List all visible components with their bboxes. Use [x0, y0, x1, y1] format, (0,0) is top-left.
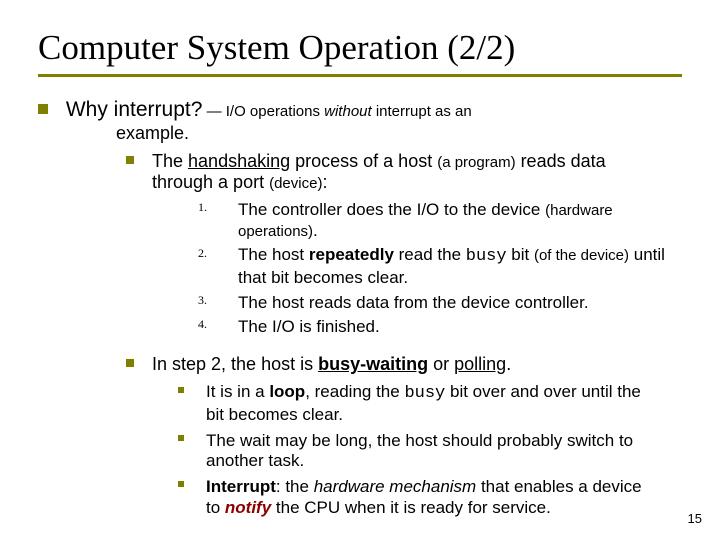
hs-handshaking: handshaking — [188, 151, 290, 171]
s1b: (hardware — [545, 202, 613, 219]
square-bullet-icon — [178, 481, 184, 487]
hs-colon: : — [322, 172, 327, 192]
b1d: bit becomes clear. — [206, 405, 343, 424]
b2a: The wait may be long, the host should pr… — [206, 431, 633, 450]
s1a: The controller does the I/O to the devic… — [238, 200, 545, 219]
b1-loop: loop — [269, 382, 305, 401]
s2e: bit — [507, 245, 534, 264]
hs-paren2: (device) — [269, 175, 322, 192]
step-number: 1. — [198, 200, 222, 215]
b3c: to — [206, 498, 225, 517]
step-4: 4. The I/O is finished. — [198, 315, 682, 337]
s4: The I/O is finished. — [238, 317, 682, 338]
b3-hw: hardware mechanism — [314, 477, 477, 496]
bullet-why-interrupt: Why interrupt? — I/O operations without … — [38, 97, 682, 145]
s1d: . — [313, 221, 318, 240]
step-2: 2. The host repeatedly read the busy bit… — [198, 244, 682, 289]
bullet-handshaking: The handshaking process of a host (a pro… — [126, 149, 682, 195]
square-bullet-icon — [126, 359, 134, 367]
sub-bullet-loop: It is in a loop, reading the busy bit ov… — [178, 380, 682, 426]
square-bullet-icon — [126, 156, 134, 164]
bullet-busy-waiting: In step 2, the host is busy-waiting or p… — [126, 352, 682, 376]
b3b: that enables a device — [476, 477, 641, 496]
hs-d: through a port — [152, 172, 269, 192]
why-interrupt-cont: example. — [116, 123, 682, 145]
square-bullet-icon — [178, 387, 184, 393]
s2b: repeatedly — [309, 245, 394, 264]
s2h: that bit becomes clear. — [238, 268, 408, 287]
square-bullet-icon — [178, 435, 184, 441]
s2a: The host — [238, 245, 309, 264]
why-interrupt-rest2: interrupt as an — [372, 103, 472, 120]
p2b: or — [428, 354, 454, 374]
s2g: until — [629, 245, 665, 264]
b3-notify: notify — [225, 498, 271, 517]
b3d: the CPU when it is ready for service. — [271, 498, 551, 517]
slide-title: Computer System Operation (2/2) — [38, 28, 682, 68]
slide: Computer System Operation (2/2) Why inte… — [0, 0, 720, 540]
hs-c: reads data — [516, 151, 606, 171]
square-bullet-icon — [38, 104, 48, 114]
p2a: In step 2, the host is — [152, 354, 318, 374]
s2f: (of the device) — [534, 247, 629, 264]
why-interrupt-lead: Why interrupt? — [66, 98, 203, 121]
b1-busy: busy — [404, 384, 445, 403]
s1c: operations) — [238, 223, 313, 240]
p2c: . — [506, 354, 511, 374]
b3-int: Interrupt — [206, 477, 276, 496]
sub-bullet-wait: The wait may be long, the host should pr… — [178, 428, 682, 472]
sub-bullet-interrupt: Interrupt: the hardware mechanism that e… — [178, 474, 682, 518]
hs-b: process of a host — [290, 151, 437, 171]
s2d: busy — [466, 247, 507, 266]
b1c: bit over and over until the — [445, 382, 641, 401]
p2-poll: polling — [454, 354, 506, 374]
s3: The host reads data from the device cont… — [238, 293, 682, 314]
step-number: 3. — [198, 293, 222, 308]
step-3: 3. The host reads data from the device c… — [198, 291, 682, 313]
step-number: 4. — [198, 317, 222, 332]
b1b: , reading the — [305, 382, 404, 401]
step-1: 1. The controller does the I/O to the de… — [198, 198, 682, 241]
p2-bw: busy-waiting — [318, 354, 428, 374]
b2b: another task. — [206, 451, 304, 470]
hs-a: The — [152, 151, 188, 171]
s2c: read the — [394, 245, 466, 264]
b1a: It is in a — [206, 382, 269, 401]
step-number: 2. — [198, 246, 222, 261]
why-interrupt-rest1: — I/O operations — [202, 103, 324, 120]
title-rule — [38, 74, 682, 77]
page-number: 15 — [688, 511, 702, 526]
without-word: without — [324, 103, 372, 120]
b3a: : the — [276, 477, 314, 496]
hs-paren1: (a program) — [437, 154, 515, 171]
